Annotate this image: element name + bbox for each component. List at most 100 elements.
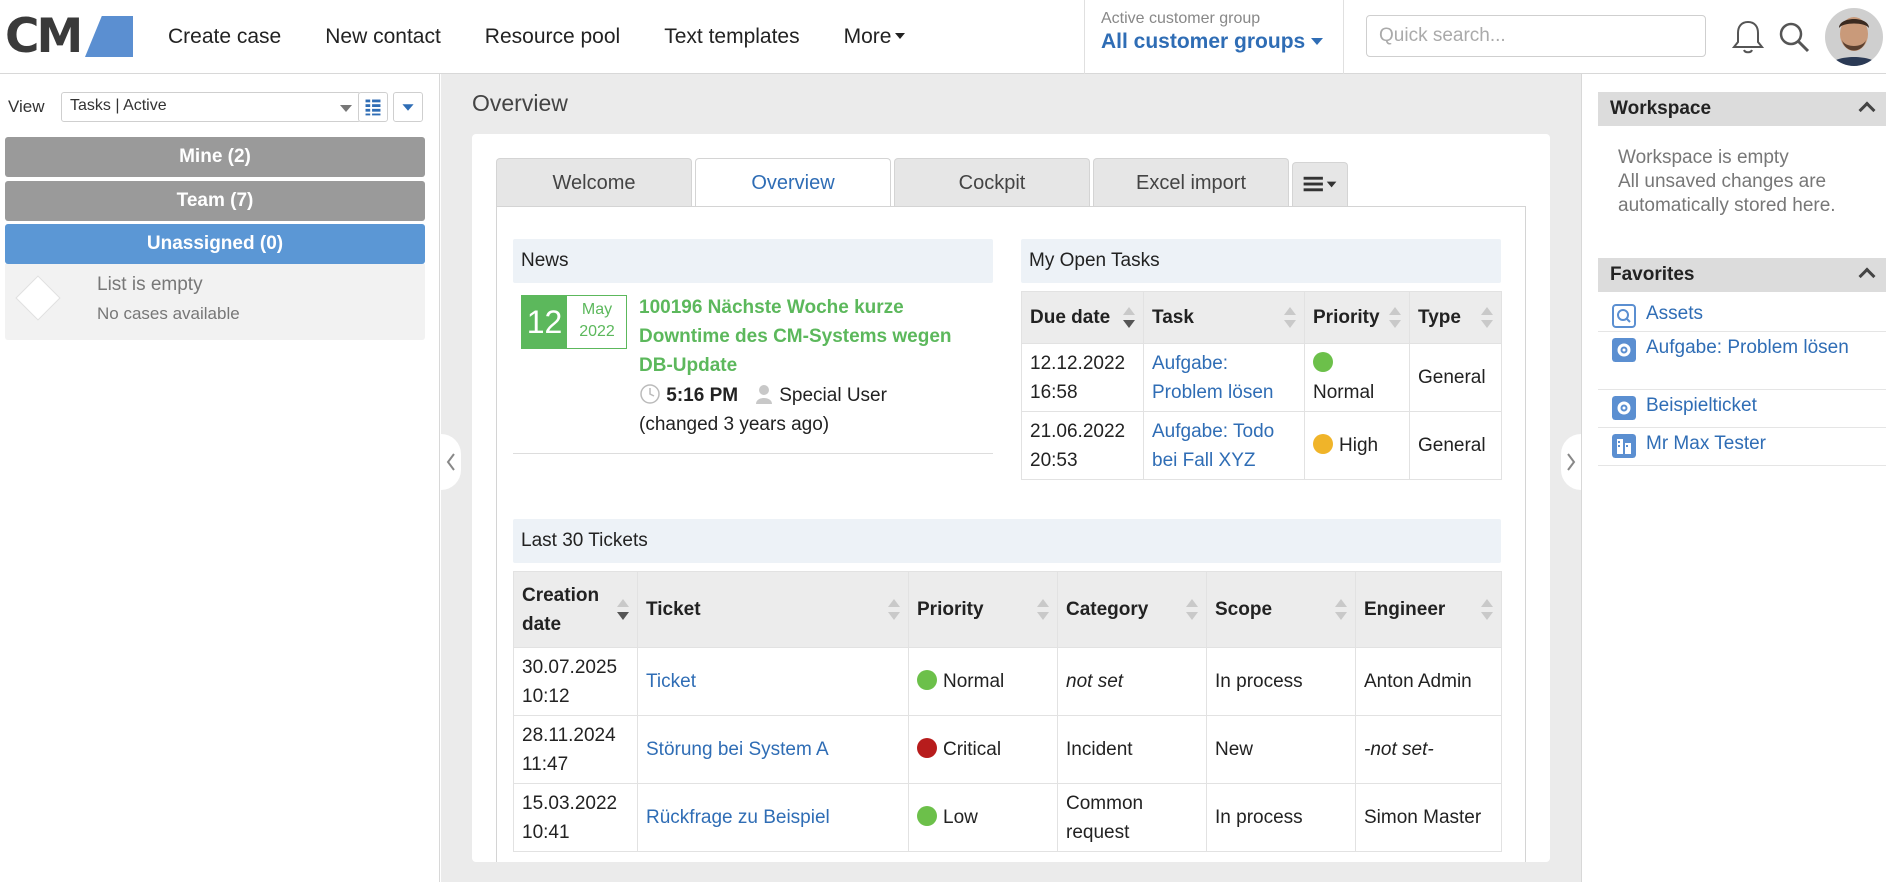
chevron-up-icon[interactable] (1858, 267, 1876, 285)
col-ticket-priority[interactable]: Priority (908, 571, 1058, 648)
list-view-icon[interactable] (358, 92, 388, 122)
priority-high-icon (1313, 434, 1333, 454)
col-type-label: Type (1418, 307, 1461, 328)
col-scope[interactable]: Scope (1206, 571, 1356, 648)
col-category[interactable]: Category (1057, 571, 1207, 648)
col-engineer[interactable]: Engineer (1355, 571, 1502, 648)
user-icon (755, 385, 772, 404)
table-row[interactable]: 21.06.2022 20:53 Aufgabe: Todo bei Fall … (1021, 411, 1502, 480)
workspace-header[interactable]: Workspace (1598, 92, 1886, 126)
search-icon[interactable] (1776, 18, 1812, 56)
logo-slash (85, 16, 133, 57)
task-type: General (1409, 411, 1502, 480)
view-select[interactable]: Tasks | Active (61, 92, 361, 122)
nav-create-case[interactable]: Create case (168, 25, 281, 49)
col-task[interactable]: Task (1143, 291, 1305, 344)
task-due: 21.06.2022 20:53 (1021, 411, 1144, 480)
tab-overview[interactable]: Overview (695, 158, 891, 208)
caret-down-icon (1311, 38, 1324, 45)
col-type[interactable]: Type (1409, 291, 1502, 344)
sort-icon (1335, 598, 1347, 621)
right-panel: Workspace Workspace is empty All unsaved… (1581, 74, 1886, 882)
bell-icon[interactable] (1730, 18, 1766, 56)
news-date-badge: 12 May 2022 (521, 295, 627, 349)
tab-menu-icon[interactable] (1292, 162, 1348, 206)
task-gear-icon (1612, 338, 1636, 362)
collapse-left-icon[interactable] (441, 434, 461, 490)
top-bar: CM Create case New contact Resource pool… (0, 0, 1886, 74)
workspace-info-line: All unsaved changes are automatically st… (1618, 171, 1836, 216)
collapse-right-icon[interactable] (1561, 434, 1581, 490)
user-avatar[interactable] (1825, 8, 1883, 66)
favorite-item[interactable]: Mr Max Tester (1598, 428, 1886, 466)
ticket-scope: New (1206, 715, 1356, 784)
overview-panel: News 12 May 2022 100196 Nächste Woche kur… (496, 206, 1526, 862)
overview-card: Welcome Overview Cockpit Excel import Ne… (472, 134, 1550, 862)
quick-search-input[interactable] (1366, 15, 1706, 57)
ticket-gear-icon (1612, 396, 1636, 420)
col-creation-date[interactable]: Creation date (513, 571, 638, 648)
ticket-priority: Critical (908, 715, 1058, 784)
view-options-dropdown-icon[interactable] (393, 92, 423, 122)
customer-group-value[interactable]: All customer groups (1101, 30, 1327, 54)
news-meta: 5:16 PM Special User (changed 3 years ag… (639, 381, 989, 439)
group-unassigned[interactable]: Unassigned (0) (5, 224, 425, 264)
cm-logo[interactable]: CM (5, 12, 133, 62)
clock-icon (640, 384, 660, 404)
tab-welcome[interactable]: Welcome (496, 158, 692, 206)
group-team[interactable]: Team (7) (5, 181, 425, 221)
table-row[interactable]: 30.07.2025 10:12 Ticket Normal not set I… (513, 647, 1502, 716)
news-title-link[interactable]: 100196 Nächste Woche kurze Downtime des … (639, 293, 989, 380)
chevron-up-icon[interactable] (1858, 101, 1876, 119)
table-row[interactable]: 12.12.2022 16:58 Aufgabe: Problem lösen … (1021, 343, 1502, 412)
news-year: 2022 (579, 323, 615, 340)
ticket-date: 28.11.2024 11:47 (513, 715, 638, 784)
news-month-year: May 2022 (567, 299, 627, 343)
nav-new-contact[interactable]: New contact (325, 25, 441, 49)
col-priority[interactable]: Priority (1304, 291, 1410, 344)
left-panel: View Tasks | Active Mine (2) Team (7) Un… (0, 74, 440, 882)
tab-cockpit[interactable]: Cockpit (894, 158, 1090, 206)
col-ticket-label: Ticket (646, 599, 701, 620)
group-mine[interactable]: Mine (2) (5, 137, 425, 177)
main-nav: Create case New contact Resource pool Te… (146, 0, 927, 74)
sort-icon (1481, 598, 1493, 621)
view-select-value: Tasks | Active (70, 97, 167, 114)
table-row[interactable]: 28.11.2024 11:47 Störung bei System A Cr… (513, 715, 1502, 784)
ticket-link[interactable]: Rückfrage zu Beispiel (646, 807, 830, 828)
empty-title: List is empty (97, 274, 203, 295)
ticket-date: 30.07.2025 10:12 (513, 647, 638, 716)
favorite-item[interactable]: Assets (1598, 298, 1886, 332)
workspace-text: Workspace is empty All unsaved changes a… (1618, 146, 1878, 218)
sort-icon (1037, 598, 1049, 621)
favorite-item[interactable]: Beispielticket (1598, 390, 1886, 428)
news-item: 12 May 2022 100196 Nächste Woche kurze Do… (513, 207, 993, 467)
col-ticket[interactable]: Ticket (637, 571, 909, 648)
favorites-header[interactable]: Favorites (1598, 258, 1886, 292)
tab-excel-import[interactable]: Excel import (1093, 158, 1289, 206)
ticket-scope: In process (1206, 647, 1356, 716)
customer-group-selector[interactable]: Active customer group All customer group… (1084, 0, 1344, 74)
ticket-engineer: Simon Master (1355, 783, 1502, 852)
ticket-category: not set (1057, 647, 1207, 716)
favorite-label: Mr Max Tester (1646, 433, 1767, 454)
news-changed: (changed 3 years ago) (639, 414, 830, 435)
empty-list: List is empty No cases available (5, 264, 425, 340)
nav-resource-pool[interactable]: Resource pool (485, 25, 620, 49)
priority-critical-icon (917, 738, 937, 758)
open-tasks-header: My Open Tasks (1021, 239, 1501, 283)
task-link[interactable]: Aufgabe: Problem lösen (1152, 353, 1273, 403)
ticket-link[interactable]: Ticket (646, 671, 696, 692)
col-due-date[interactable]: Due date (1021, 291, 1144, 344)
ticket-link[interactable]: Störung bei System A (646, 739, 829, 760)
nav-more[interactable]: More (844, 25, 906, 49)
customer-group-value-text: All customer groups (1101, 30, 1306, 53)
ticket-priority-label: Critical (943, 739, 1002, 760)
contact-building-icon (1612, 434, 1636, 458)
favorite-item[interactable]: Aufgabe: Problem lösen (1598, 332, 1886, 390)
table-row[interactable]: 15.03.2022 10:41 Rückfrage zu Beispiel L… (513, 783, 1502, 852)
ticket-engineer: Anton Admin (1355, 647, 1502, 716)
task-priority-label: Normal (1313, 381, 1375, 403)
task-link[interactable]: Aufgabe: Todo bei Fall XYZ (1152, 421, 1274, 471)
nav-text-templates[interactable]: Text templates (664, 25, 799, 49)
